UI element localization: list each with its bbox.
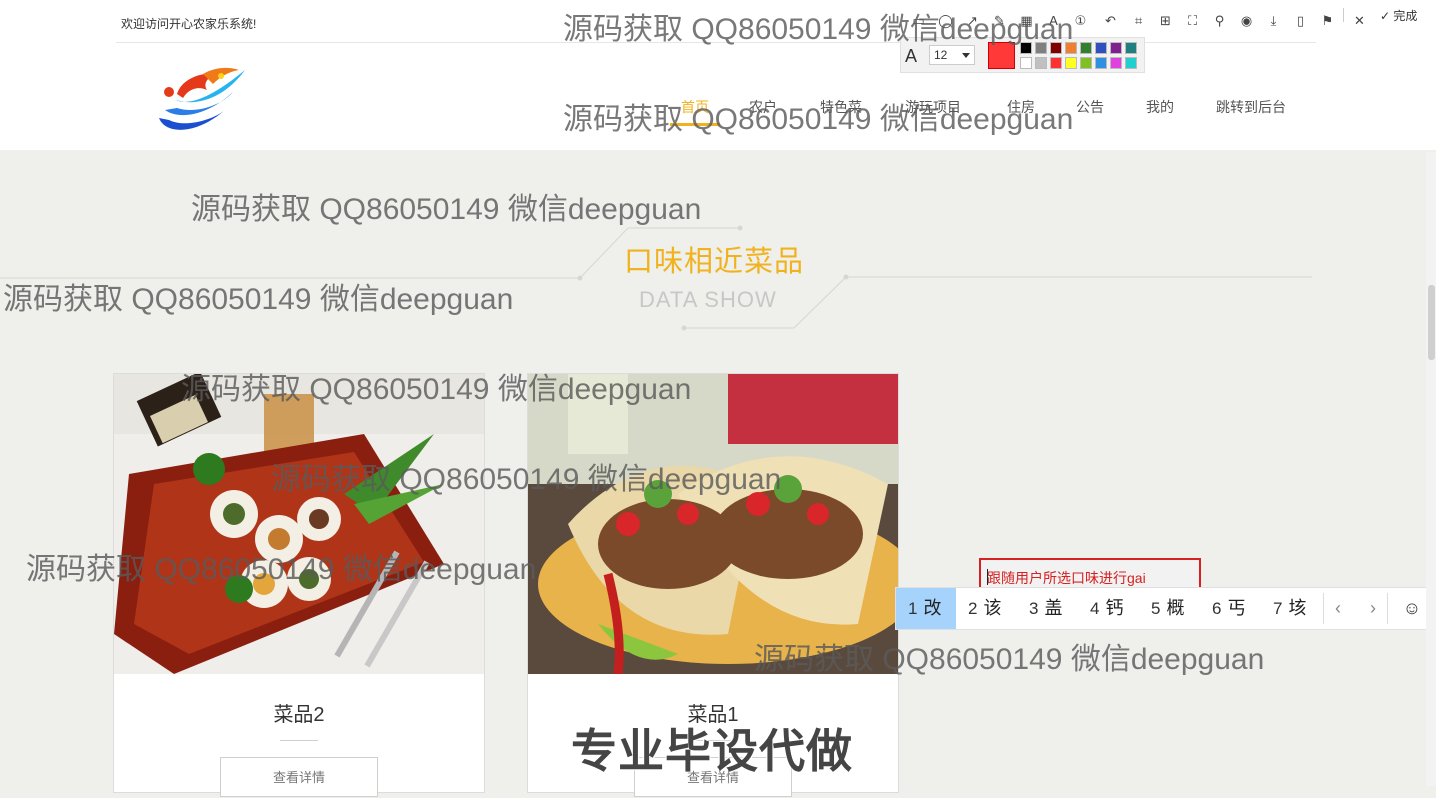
nav-notices[interactable]: 公告 <box>1076 97 1104 117</box>
undo-icon[interactable]: ↶ <box>1103 13 1118 28</box>
color-swatch[interactable] <box>1020 57 1032 69</box>
card-divider <box>280 740 318 741</box>
scrollbar-thumb[interactable] <box>1428 285 1435 360</box>
color-swatch[interactable] <box>1080 42 1092 54</box>
candidate-char: 该 <box>983 598 1002 618</box>
ime-candidate[interactable]: 1改 <box>896 588 956 629</box>
candidate-number: 5 <box>1151 599 1161 618</box>
watermark-text: 源码获取 QQ86050149 微信deepguan <box>754 643 1265 676</box>
toolbar-divider <box>1343 8 1344 22</box>
watermark-text: 源码获取 QQ86050149 微信deepguan <box>3 283 514 316</box>
font-size-icon: A <box>905 46 918 66</box>
candidate-char: 垓 <box>1288 598 1307 618</box>
ime-candidate[interactable]: 5概 <box>1151 588 1184 629</box>
ocr-icon[interactable]: ⌗ <box>1131 13 1146 28</box>
scrollbar-track[interactable] <box>1426 152 1436 786</box>
watermark-big-text: 专业毕设代做 <box>571 725 853 777</box>
color-swatch[interactable] <box>1035 57 1047 69</box>
color-swatch[interactable] <box>1110 57 1122 69</box>
pin-icon[interactable]: ⚲ <box>1212 13 1227 28</box>
scan-icon[interactable]: ⛶ <box>1185 13 1200 28</box>
section-subtitle: DATA SHOW <box>639 287 777 312</box>
watermark-text: 源码获取 QQ86050149 微信deepguan <box>563 103 1074 136</box>
ime-divider <box>1387 593 1388 624</box>
candidate-number: 2 <box>968 599 978 618</box>
color-swatch[interactable] <box>1080 57 1092 69</box>
dish-image-sushi[interactable] <box>114 374 484 674</box>
site-logo[interactable] <box>155 62 251 136</box>
watermark-text: 源码获取 QQ86050149 微信deepguan <box>271 463 782 496</box>
emoji-icon[interactable]: ☺ <box>1398 588 1426 629</box>
chevron-right-icon[interactable]: › <box>1359 588 1387 629</box>
font-size-select[interactable]: 12 <box>929 45 975 65</box>
watermark-text: 源码获取 QQ86050149 微信deepguan <box>26 553 537 586</box>
nav-mine[interactable]: 我的 <box>1146 97 1174 117</box>
candidate-char: 丐 <box>1227 598 1246 618</box>
color-swatch[interactable] <box>1125 57 1137 69</box>
nav-admin[interactable]: 跳转到后台 <box>1216 97 1286 117</box>
color-swatch[interactable] <box>1110 42 1122 54</box>
candidate-char: 钙 <box>1105 598 1124 618</box>
ime-candidate-bar: 1改 2该 3盖 4钙 5概 6丐 7垓 ‹ › ☺ <box>895 587 1436 630</box>
record-icon[interactable]: ◉ <box>1239 13 1254 28</box>
ime-candidate[interactable]: 4钙 <box>1090 588 1123 629</box>
done-label: 完成 <box>1393 9 1418 23</box>
font-size-value: 12 <box>934 48 948 62</box>
candidate-char: 盖 <box>1044 598 1063 618</box>
device-icon[interactable]: ▯ <box>1293 13 1308 28</box>
candidate-number: 1 <box>908 599 918 618</box>
translate-icon[interactable]: ⊞ <box>1158 13 1173 28</box>
color-swatch[interactable] <box>1065 57 1077 69</box>
close-icon[interactable]: ✕ <box>1352 13 1367 28</box>
chevron-down-icon <box>962 53 970 58</box>
text-cursor <box>987 569 988 585</box>
section-title: 口味相近菜品 <box>624 246 805 278</box>
watermark-text: 源码获取 QQ86050149 微信deepguan <box>181 373 692 406</box>
color-swatch[interactable] <box>1050 57 1062 69</box>
bookmark-icon[interactable]: ⚑ <box>1320 13 1335 28</box>
ime-candidate[interactable]: 2该 <box>968 588 1001 629</box>
candidate-number: 7 <box>1273 599 1283 618</box>
candidate-number: 3 <box>1029 599 1039 618</box>
dish-image-taco[interactable] <box>528 374 898 674</box>
color-swatch[interactable] <box>1125 42 1137 54</box>
number-tool-icon[interactable]: ① <box>1073 13 1088 28</box>
ime-candidate[interactable]: 7垓 <box>1273 588 1306 629</box>
ime-candidate[interactable]: 3盖 <box>1029 588 1062 629</box>
chevron-left-icon[interactable]: ‹ <box>1324 588 1352 629</box>
candidate-char: 概 <box>1166 598 1185 618</box>
view-detail-button[interactable]: 查看详情 <box>220 757 378 797</box>
welcome-text: 欢迎访问开心农家乐系统! <box>121 17 257 31</box>
candidate-char: 改 <box>923 598 942 618</box>
color-swatch[interactable] <box>1095 57 1107 69</box>
watermark-text: 源码获取 QQ86050149 微信deepguan <box>191 193 702 226</box>
check-icon: ✓ <box>1380 9 1391 23</box>
ime-candidate[interactable]: 6丐 <box>1212 588 1245 629</box>
color-swatch[interactable] <box>1095 42 1107 54</box>
watermark-text: 源码获取 QQ86050149 微信deepguan <box>563 13 1074 46</box>
done-button[interactable]: ✓ 完成 <box>1380 7 1417 24</box>
dish-name: 菜品2 <box>273 704 325 726</box>
download-icon[interactable]: ⤓ <box>1266 13 1281 28</box>
annotation-text: 跟随用户所选口味进行gai <box>987 570 1146 586</box>
candidate-number: 6 <box>1212 599 1222 618</box>
candidate-number: 4 <box>1090 599 1100 618</box>
